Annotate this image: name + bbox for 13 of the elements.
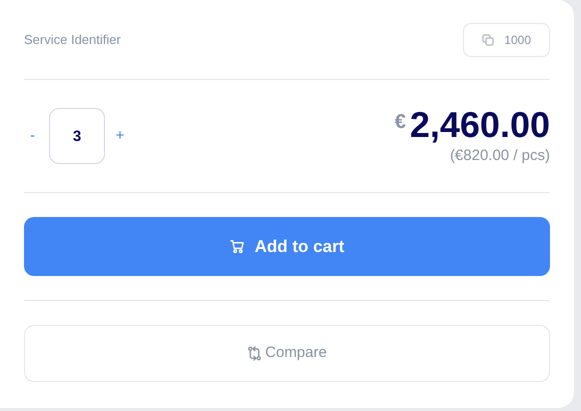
copy-icon [482, 34, 494, 46]
quantity-field[interactable]: 3 [49, 108, 105, 164]
currency-symbol: € [394, 110, 406, 135]
cart-icon [230, 239, 245, 254]
compare-icon [247, 346, 262, 361]
service-label: Service Identifier [24, 30, 121, 49]
total-price: 2,460.00 [410, 104, 550, 145]
increment-button[interactable]: + [105, 124, 135, 148]
add-to-cart-button[interactable]: Add to cart [24, 217, 550, 276]
unit-price: (€820.00 / pcs) [450, 146, 550, 166]
copy-id-button[interactable]: 1000 [463, 22, 550, 56]
decrement-button[interactable]: - [24, 124, 49, 148]
compare-button[interactable]: Compare [24, 325, 550, 382]
